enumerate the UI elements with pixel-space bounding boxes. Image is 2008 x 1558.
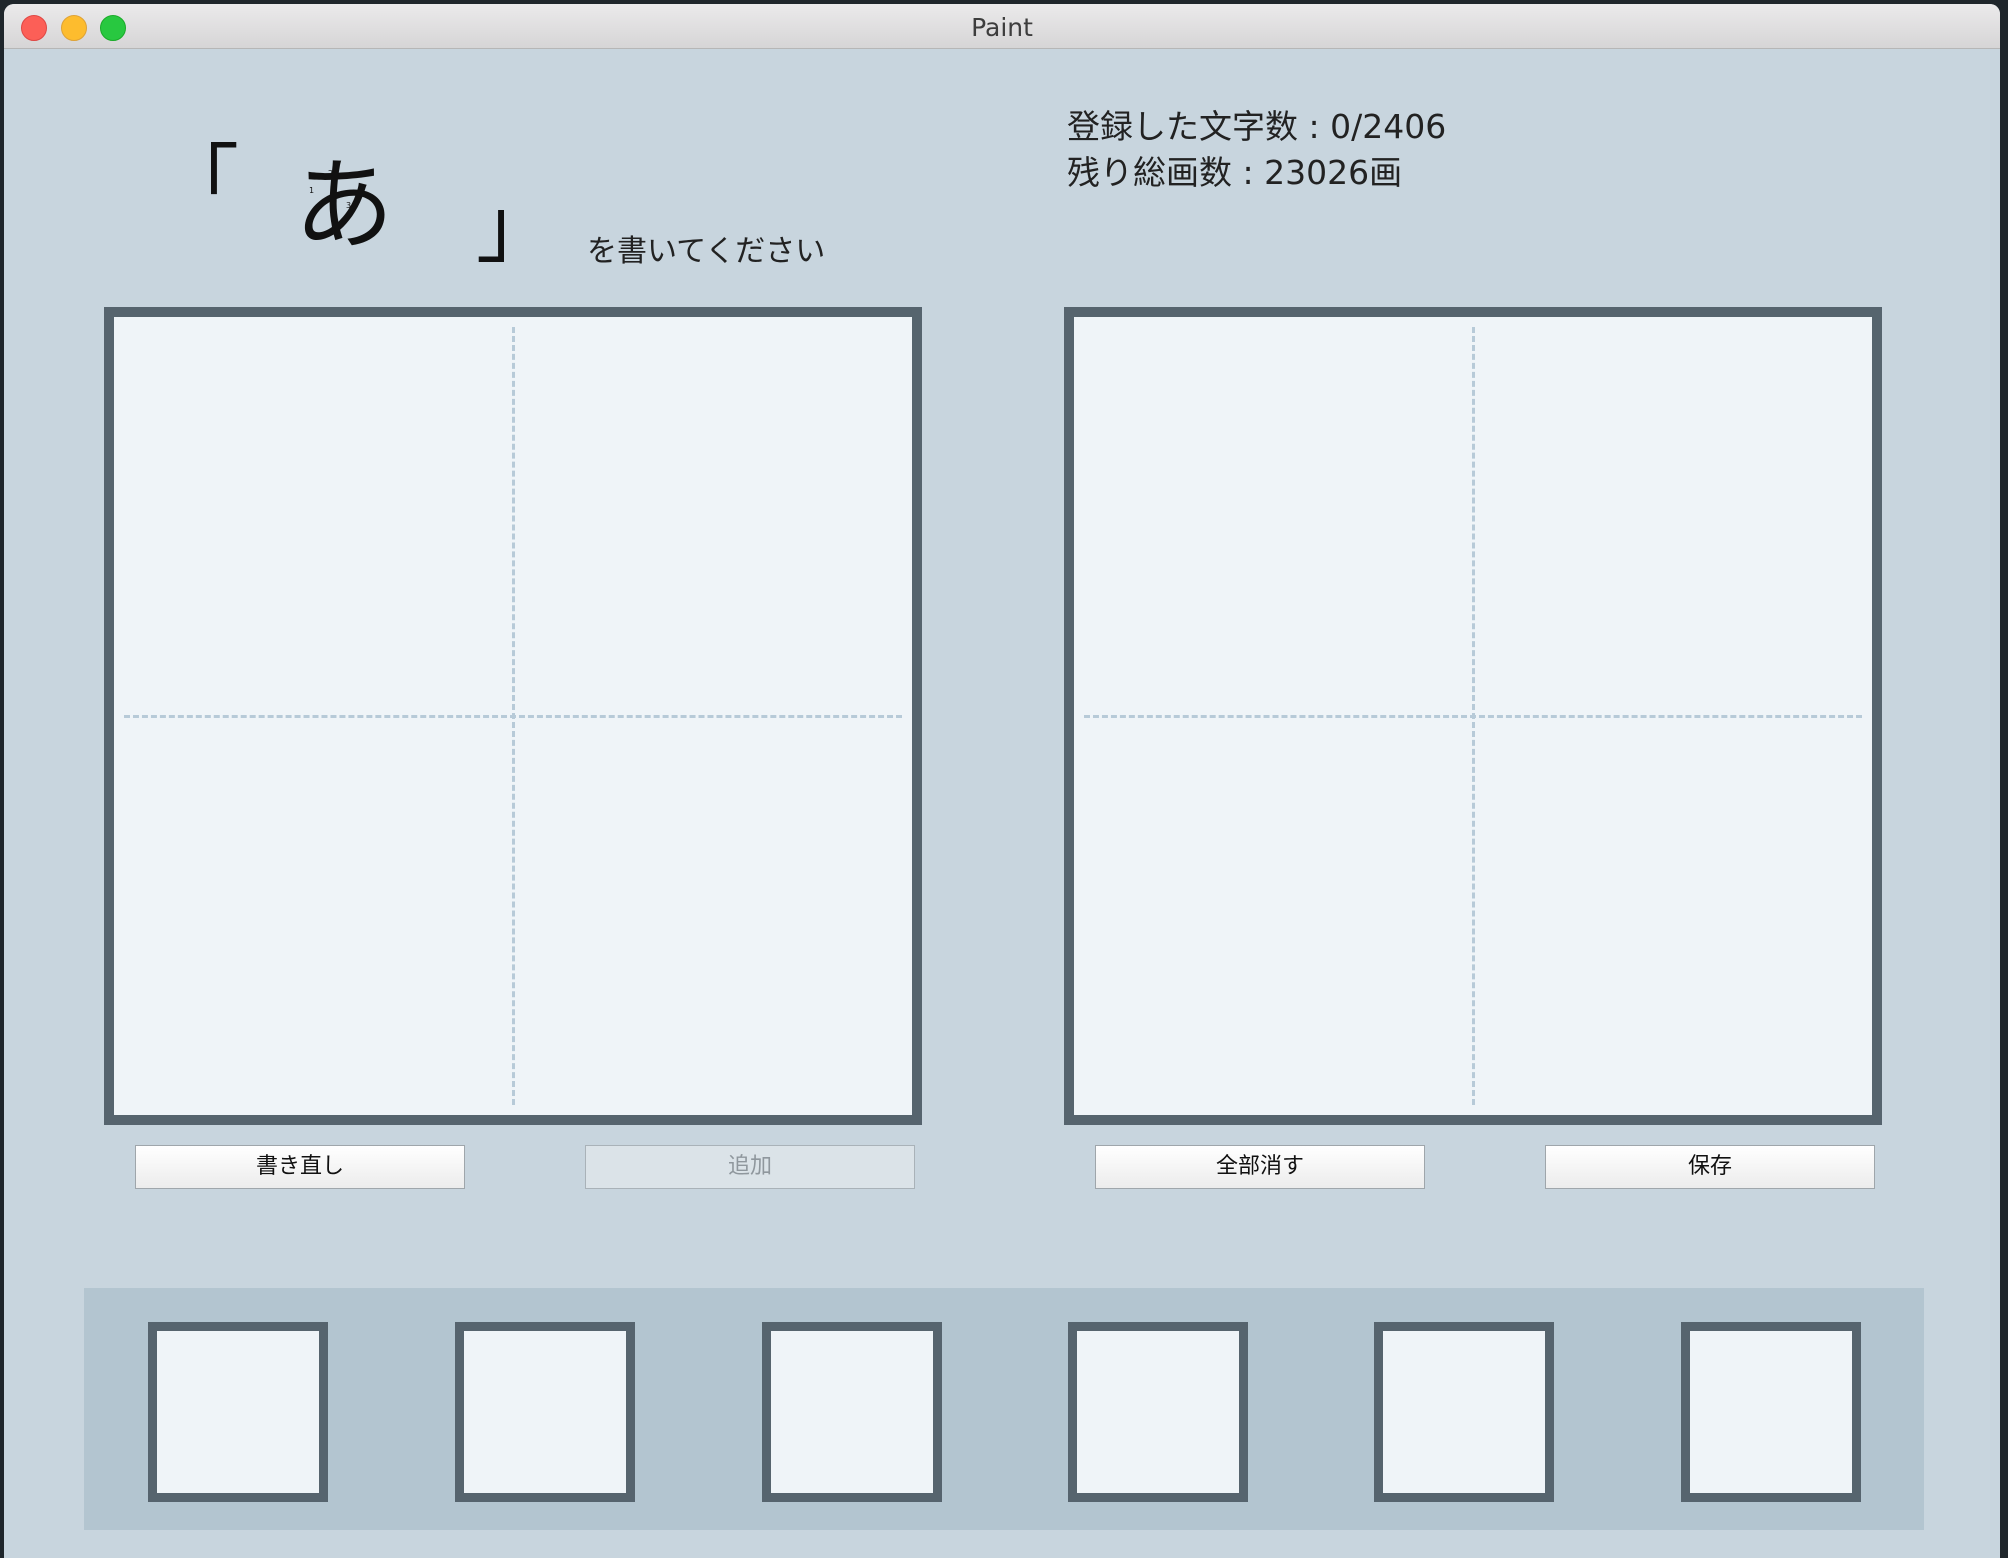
stroke-number-2: 2 (328, 169, 334, 178)
stroke-number-1: 1 (309, 186, 315, 195)
preview-strip (84, 1288, 1924, 1530)
horizontal-guide-line (1084, 715, 1862, 718)
prompt-close-bracket: 」 (476, 181, 556, 274)
clear-all-button[interactable]: 全部消す (1095, 1145, 1425, 1189)
preview-slot[interactable] (148, 1322, 328, 1502)
stroke-number-3: 3 (346, 201, 352, 210)
preview-slot[interactable] (1374, 1322, 1554, 1502)
horizontal-guide-line (124, 715, 902, 718)
rewrite-button[interactable]: 書き直し (135, 1145, 465, 1189)
prompt-instruction: を書いてください (587, 234, 826, 269)
registered-count: 登録した文字数 : 0/2406 (1067, 107, 1447, 146)
add-button[interactable]: 追加 (585, 1145, 915, 1189)
prompt-open-bracket: 「 (159, 136, 239, 229)
result-canvas[interactable] (1064, 307, 1882, 1125)
preview-slot[interactable] (455, 1322, 635, 1502)
preview-slot[interactable] (1068, 1322, 1248, 1502)
preview-slot[interactable] (762, 1322, 942, 1502)
title-bar: Paint (4, 4, 2000, 49)
save-button[interactable]: 保存 (1545, 1145, 1875, 1189)
remaining-strokes: 残り総画数 : 23026画 (1067, 153, 1403, 192)
preview-slot[interactable] (1681, 1322, 1861, 1502)
window-title: Paint (971, 13, 1033, 42)
prompt-character: あ (294, 147, 394, 264)
paint-window: Paint 「 あ 1 2 3 」 を書いてください 登録した文字数 : 0/2… (4, 4, 2000, 1558)
drawing-canvas[interactable] (104, 307, 922, 1125)
